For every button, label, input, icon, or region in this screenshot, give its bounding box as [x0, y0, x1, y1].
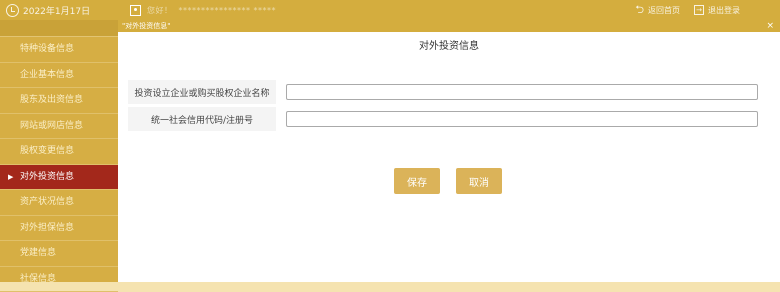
greeting-text: 您好！ — [147, 5, 173, 16]
user-info: 您好！ **************** ***** — [130, 0, 276, 20]
form-row-credit-code: 统一社会信用代码/注册号 — [128, 107, 774, 131]
credit-code-input[interactable] — [286, 111, 758, 127]
sidebar-item-company-basic[interactable]: 企业基本信息 — [0, 63, 118, 89]
sidebar-item-equity-change[interactable]: 股权变更信息 — [0, 139, 118, 165]
dialog-titlebar: "对外投资信息" × — [118, 20, 780, 32]
save-button[interactable]: 保存 — [394, 168, 440, 194]
form-row-company-name: 投资设立企业或购买股权企业名称 — [128, 80, 774, 104]
logout-icon: → — [694, 5, 704, 15]
investment-dialog: "对外投资信息" × 对外投资信息 投资设立企业或购买股权企业名称 统一社会信用… — [118, 20, 780, 282]
company-name-input[interactable] — [286, 84, 758, 100]
sidebar-item-shareholders[interactable]: 股东及出资信息 — [0, 88, 118, 114]
return-icon: ⮌ — [635, 1, 644, 20]
logout-link[interactable]: → 退出登录 — [694, 5, 740, 16]
sidebar-item-social-security[interactable]: 社保信息 — [0, 267, 118, 292]
date-display: 2022年1月17日 — [0, 0, 120, 20]
close-icon[interactable]: × — [766, 20, 774, 32]
sidebar-item-assets[interactable]: 资产状况信息 — [0, 190, 118, 216]
top-header: 2022年1月17日 您好！ **************** ***** ⮌ … — [0, 0, 780, 20]
credit-code-label: 统一社会信用代码/注册号 — [128, 107, 276, 131]
clock-icon — [6, 4, 19, 17]
dialog-heading: 对外投资信息 — [118, 32, 780, 62]
sidebar-item-guarantee[interactable]: 对外担保信息 — [0, 216, 118, 242]
company-name-label: 投资设立企业或购买股权企业名称 — [128, 80, 276, 104]
user-icon — [130, 5, 141, 16]
logout-label: 退出登录 — [708, 5, 740, 16]
sidebar-item-website[interactable]: 网站或网店信息 — [0, 114, 118, 140]
sidebar-item-outbound-investment[interactable]: 对外投资信息 — [0, 165, 118, 191]
sidebar: 特种设备信息 企业基本信息 股东及出资信息 网站或网店信息 股权变更信息 对外投… — [0, 20, 118, 282]
sidebar-item-special-equipment[interactable]: 特种设备信息 — [0, 37, 118, 63]
cancel-button[interactable]: 取消 — [456, 168, 502, 194]
date-text: 2022年1月17日 — [23, 4, 90, 17]
return-home-link[interactable]: ⮌ 返回首页 — [635, 1, 680, 20]
return-home-label: 返回首页 — [648, 5, 680, 16]
sidebar-top-bar — [0, 20, 118, 37]
dialog-title: "对外投资信息" — [122, 22, 170, 30]
user-info-text: **************** ***** — [179, 6, 277, 15]
sidebar-item-party-building[interactable]: 党建信息 — [0, 241, 118, 267]
